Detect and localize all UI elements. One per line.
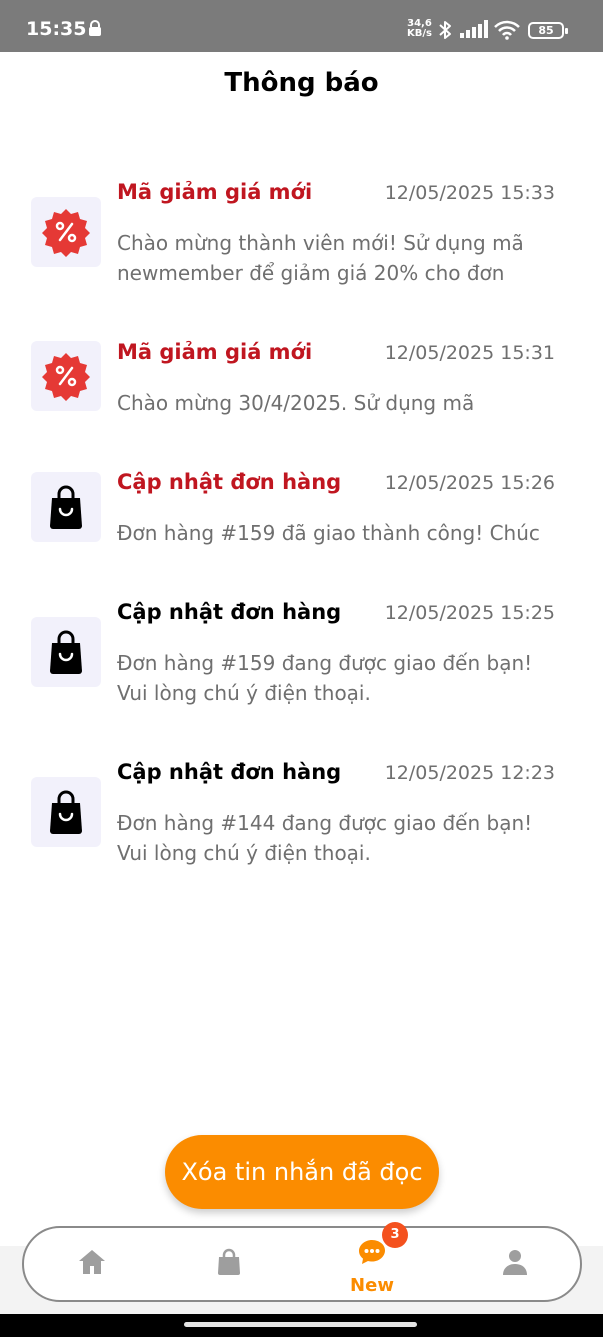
notification-body: Đơn hàng #159 đã giao thành công! Chúc — [117, 521, 540, 545]
notification-item[interactable]: Mã giảm giá mới 12/05/2025 15:33 Chào mừ… — [31, 180, 571, 290]
home-indicator[interactable] — [184, 1322, 417, 1327]
bottom-nav: 3 New — [22, 1222, 582, 1302]
notification-title: Cập nhật đơn hàng — [117, 470, 342, 494]
home-icon — [79, 1250, 105, 1274]
lock-icon — [89, 20, 101, 36]
notification-title: Cập nhật đơn hàng — [117, 600, 342, 624]
battery-icon: 85 — [528, 22, 568, 39]
network-speed-unit: KB/s — [407, 28, 432, 39]
battery-level: 85 — [538, 24, 554, 37]
nav-profile[interactable] — [480, 1238, 550, 1294]
nav-shopping[interactable] — [194, 1238, 264, 1294]
notification-title: Cập nhật đơn hàng — [117, 760, 342, 784]
notification-item[interactable]: Cập nhật đơn hàng 12/05/2025 15:25 Đơn h… — [31, 600, 571, 710]
nav-notifications[interactable]: 3 New — [337, 1222, 408, 1296]
notification-time: 12/05/2025 15:25 — [384, 602, 555, 624]
notification-body: Đơn hàng #159 đang được giao đến bạn! Vu… — [117, 651, 533, 705]
page-title: Thông báo — [224, 68, 379, 98]
notification-body: Chào mừng thành viên mới! Sử dụng mã new… — [117, 231, 524, 285]
notification-count-badge: 3 — [382, 1222, 408, 1248]
notification-icon-box — [31, 197, 101, 267]
notification-icon-box — [31, 777, 101, 847]
shopping-bag-icon — [50, 485, 82, 529]
notification-time: 12/05/2025 15:26 — [384, 472, 555, 494]
shopping-bag-icon — [218, 1248, 240, 1275]
notification-item[interactable]: Mã giảm giá mới 12/05/2025 15:31 Chào mừ… — [31, 340, 571, 420]
notification-item[interactable]: Cập nhật đơn hàng 12/05/2025 12:23 Đơn h… — [31, 760, 571, 870]
status-time: 15:35 — [26, 18, 87, 40]
notification-body: Chào mừng 30/4/2025. Sử dụng mã — [117, 391, 475, 415]
signal-icon — [460, 20, 488, 38]
notification-title: Mã giảm giá mới — [117, 180, 313, 204]
shopping-bag-icon — [50, 790, 82, 834]
nav-home[interactable] — [57, 1238, 127, 1294]
notification-icon-box — [31, 472, 101, 542]
discount-icon — [42, 353, 90, 401]
notification-time: 12/05/2025 15:33 — [384, 182, 555, 204]
person-icon — [503, 1250, 527, 1275]
network-speed: 34,6 KB/s — [407, 19, 432, 39]
notification-time: 12/05/2025 12:23 — [384, 762, 555, 784]
bluetooth-icon — [439, 21, 451, 39]
notification-item[interactable]: Cập nhật đơn hàng 12/05/2025 15:26 Đơn h… — [31, 470, 571, 550]
nav-notifications-label: New — [350, 1275, 394, 1296]
wifi-icon — [494, 20, 520, 40]
notification-icon-box — [31, 341, 101, 411]
notification-time: 12/05/2025 15:31 — [384, 342, 555, 364]
chat-icon — [359, 1240, 385, 1264]
notification-title: Mã giảm giá mới — [117, 340, 313, 364]
notification-icon-box — [31, 617, 101, 687]
notification-body: Đơn hàng #144 đang được giao đến bạn! Vu… — [117, 811, 533, 865]
status-bar: 15:35 34,6 KB/s 85 — [0, 0, 603, 52]
shopping-bag-icon — [50, 630, 82, 674]
clear-read-messages-button[interactable]: Xóa tin nhắn đã đọc — [165, 1135, 439, 1209]
discount-icon — [42, 209, 90, 257]
